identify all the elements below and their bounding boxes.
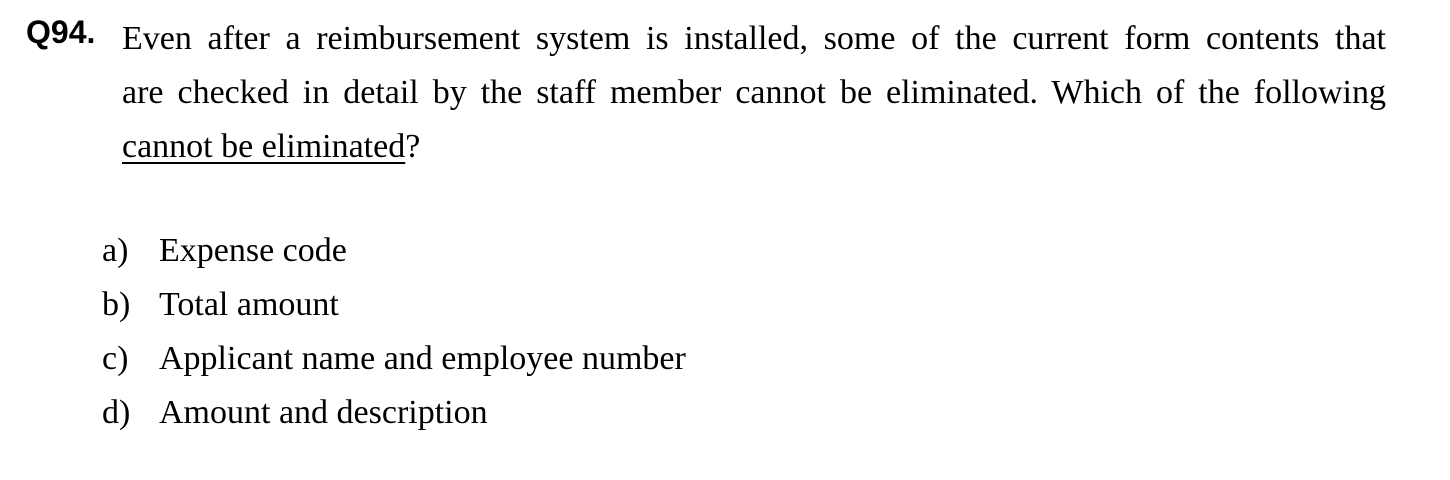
option-text: Amount and description [159,394,488,431]
emphasized-phrase: cannot be eliminated [122,128,406,165]
answer-options: a) Expense code b) Total amount c) Appli… [102,224,686,440]
option-c[interactable]: c) Applicant name and employee number [102,332,686,386]
question-text: Even after a reimbursement system is ins… [122,12,1386,174]
question-number: Q94. [26,14,96,50]
question-line-2: are checked in detail by the staff membe… [122,74,1386,111]
option-letter: d) [102,394,131,431]
option-text: Expense code [159,232,347,269]
question-mark: ? [405,128,421,165]
option-d[interactable]: d) Amount and description [102,386,686,440]
option-letter: c) [102,340,129,377]
option-letter: b) [102,286,131,323]
option-b[interactable]: b) Total amount [102,278,686,332]
option-text: Applicant name and employee number [159,340,686,377]
question-line-3: cannot be eliminated? [122,120,1386,174]
option-a[interactable]: a) Expense code [102,224,686,278]
option-letter: a) [102,232,129,269]
question-line-1: Even after a reimbursement system is ins… [122,20,1386,57]
option-text: Total amount [159,286,339,323]
